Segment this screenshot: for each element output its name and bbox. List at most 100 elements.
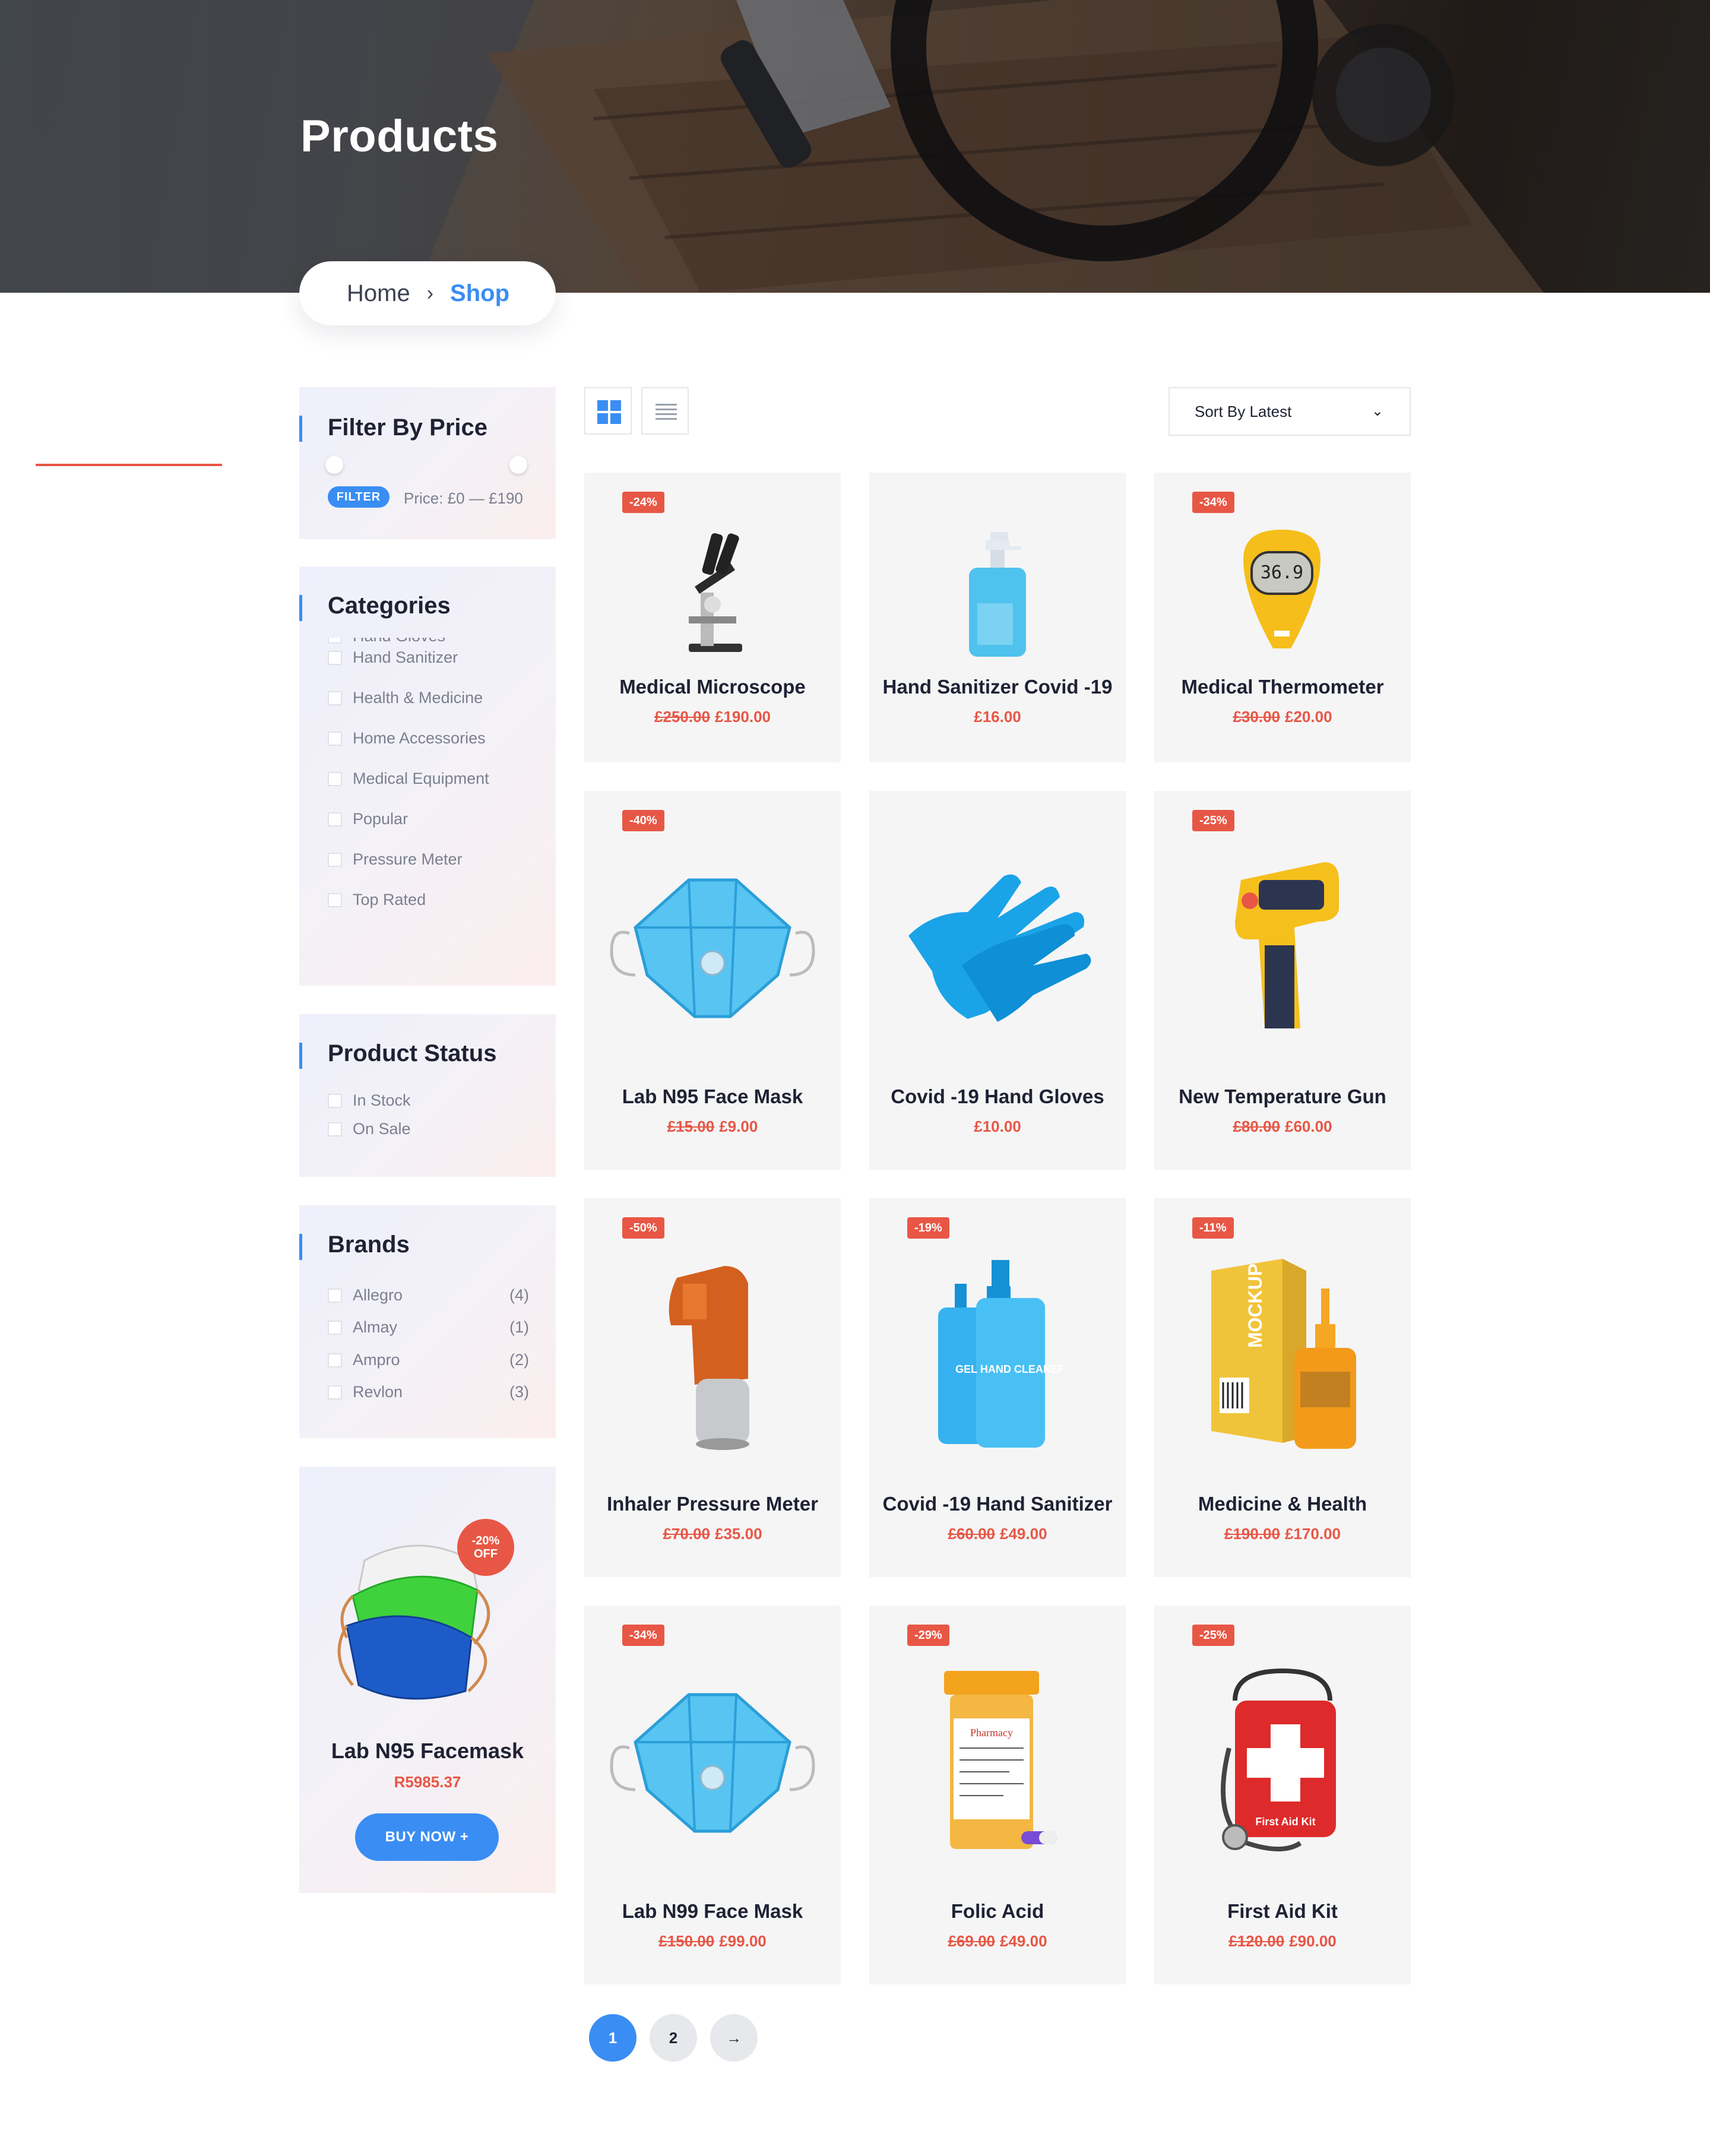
svg-text:First Aid Kit: First Aid Kit	[1255, 1816, 1315, 1828]
page-title: Products	[300, 111, 499, 162]
checkbox[interactable]	[328, 1385, 342, 1400]
checkbox[interactable]	[328, 852, 342, 867]
product-card[interactable]: Hand Sanitizer Covid -19 £16.00	[869, 473, 1126, 762]
price-max-handle[interactable]	[509, 456, 527, 474]
sale-price: £16.00	[974, 708, 1021, 726]
svg-text:36.9: 36.9	[1261, 562, 1303, 583]
brand-item[interactable]: Revlon	[328, 1383, 403, 1401]
product-title[interactable]: New Temperature Gun	[1154, 1085, 1411, 1108]
sale-price: £170.00	[1285, 1525, 1341, 1543]
discount-badge: -25%	[1192, 810, 1234, 831]
gloves-icon	[908, 874, 1091, 1022]
breadcrumb-home-link[interactable]: Home	[347, 280, 410, 307]
sale-price: £9.00	[719, 1117, 758, 1135]
checkbox[interactable]	[328, 1353, 342, 1367]
product-price: £250.00 £190.00	[584, 708, 841, 726]
product-title[interactable]: Lab N95 Face Mask	[584, 1085, 841, 1108]
page-1-button[interactable]: 1	[589, 2014, 636, 2062]
product-title[interactable]: Lab N99 Face Mask	[584, 1900, 841, 1923]
price-range-track[interactable]	[36, 464, 222, 466]
product-card[interactable]: -25% New Temperature Gun £80.00 £60.00	[1154, 791, 1411, 1170]
product-card[interactable]: -50% Inhaler Pressure Meter £70.00 £35.00	[584, 1198, 841, 1577]
product-title[interactable]: Inhaler Pressure Meter	[584, 1493, 841, 1515]
product-card[interactable]: -29% Pharmacy Folic Acid £69.00 £49.00	[869, 1606, 1126, 1984]
product-title[interactable]: First Aid Kit	[1154, 1900, 1411, 1923]
old-price: £30.00	[1233, 708, 1280, 726]
brand-item[interactable]: Ampro	[328, 1351, 400, 1369]
discount-badge: -25%	[1192, 1625, 1234, 1646]
product-title[interactable]: Covid -19 Hand Sanitizer	[869, 1493, 1126, 1515]
checkbox[interactable]	[328, 638, 342, 644]
product-price: £16.00	[869, 708, 1126, 726]
page-hero: Products	[0, 0, 1710, 293]
product-card[interactable]: Covid -19 Hand Gloves £10.00	[869, 791, 1126, 1170]
brand-item[interactable]: Almay	[328, 1318, 397, 1337]
product-card[interactable]: -11% MOCKUP Medicine & Health £190.00 £17…	[1154, 1198, 1411, 1577]
product-price: £120.00 £90.00	[1154, 1932, 1411, 1951]
brands-widget: Brands Allegro (4) Almay (1) Ampro (2) R…	[299, 1205, 556, 1438]
sale-price: £190.00	[715, 708, 771, 726]
medicine-box-icon: MOCKUP	[1211, 1259, 1356, 1449]
svg-text:MOCKUP: MOCKUP	[1244, 1264, 1266, 1348]
product-card[interactable]: -24% Medical Microscope £250.00 £190.00	[584, 473, 841, 762]
product-title[interactable]: Folic Acid	[869, 1900, 1126, 1923]
product-card[interactable]: -19% GEL HAND CLEANER Covid -19 Hand San…	[869, 1198, 1126, 1577]
sale-price: £99.00	[719, 1932, 767, 1950]
sale-price: £49.00	[1000, 1525, 1047, 1543]
sort-select[interactable]: Sort By Latest ⌄	[1168, 387, 1411, 436]
widget-accent-bar	[299, 1234, 302, 1260]
checkbox[interactable]	[328, 1122, 342, 1136]
status-item-in-stock[interactable]: In Stock	[328, 1091, 411, 1110]
grid-view-button[interactable]	[584, 387, 632, 435]
list-view-button[interactable]	[641, 387, 689, 435]
brand-item[interactable]: Allegro	[328, 1286, 403, 1305]
product-title[interactable]: Medical Thermometer	[1154, 676, 1411, 698]
category-item[interactable]: Medical Equipment	[328, 770, 489, 788]
price-min-handle[interactable]	[325, 456, 343, 474]
category-item[interactable]: Popular	[328, 810, 408, 828]
status-item-on-sale[interactable]: On Sale	[328, 1120, 411, 1138]
buy-now-button[interactable]: BUY NOW +	[355, 1813, 499, 1861]
category-item[interactable]: Top Rated	[328, 891, 426, 909]
product-title[interactable]: Covid -19 Hand Gloves	[869, 1085, 1126, 1108]
product-title[interactable]: Medical Microscope	[584, 676, 841, 698]
sale-price: £49.00	[1000, 1932, 1047, 1950]
product-title[interactable]: Medicine & Health	[1154, 1493, 1411, 1515]
checkbox[interactable]	[328, 771, 342, 786]
categories-widget: Categories Hand Gloves Hand Sanitizer He…	[299, 566, 556, 986]
discount-badge: -34%	[1192, 492, 1234, 513]
next-page-button[interactable]: →	[710, 2014, 758, 2062]
checkbox[interactable]	[328, 1288, 342, 1303]
product-price: £60.00 £49.00	[869, 1525, 1126, 1543]
checkbox[interactable]	[328, 731, 342, 746]
thermometer-icon: 36.9	[1243, 530, 1320, 648]
checkbox[interactable]	[328, 1093, 342, 1108]
pill-bottle-icon: Pharmacy	[944, 1671, 1057, 1849]
product-card[interactable]: -34% 36.9 Medical Thermometer £30.00 £20.…	[1154, 473, 1411, 762]
product-price: £190.00 £170.00	[1154, 1525, 1411, 1543]
page-2-button[interactable]: 2	[650, 2014, 697, 2062]
category-item[interactable]: Hand Sanitizer	[328, 648, 458, 667]
checkbox[interactable]	[328, 892, 342, 907]
category-list: Hand Gloves Hand Sanitizer Health & Medi…	[328, 638, 542, 970]
product-title[interactable]: Hand Sanitizer Covid -19	[869, 676, 1126, 698]
checkbox[interactable]	[328, 1320, 342, 1335]
widget-accent-bar	[299, 1043, 302, 1069]
category-item[interactable]: Pressure Meter	[328, 850, 463, 869]
product-card[interactable]: -25% First Aid Kit First Aid Kit £120.00…	[1154, 1606, 1411, 1984]
old-price: £80.00	[1233, 1117, 1280, 1135]
product-card[interactable]: -40% Lab N95 Face Mask £15.00 £9.00	[584, 791, 841, 1170]
category-item[interactable]: Health & Medicine	[328, 689, 483, 707]
category-item[interactable]: Home Accessories	[328, 729, 486, 748]
widget-accent-bar	[299, 595, 302, 621]
breadcrumb-current: Shop	[450, 280, 510, 306]
face-mask-icon	[610, 1693, 815, 1833]
checkbox[interactable]	[328, 650, 342, 665]
product-price: £70.00 £35.00	[584, 1525, 841, 1543]
category-item[interactable]: Hand Gloves	[328, 638, 445, 645]
inhaler-icon	[669, 1266, 749, 1450]
filter-button[interactable]: FILTER	[328, 486, 390, 508]
checkbox[interactable]	[328, 691, 342, 705]
checkbox[interactable]	[328, 812, 342, 827]
product-card[interactable]: -34% Lab N99 Face Mask £150.00 £99.00	[584, 1606, 841, 1984]
